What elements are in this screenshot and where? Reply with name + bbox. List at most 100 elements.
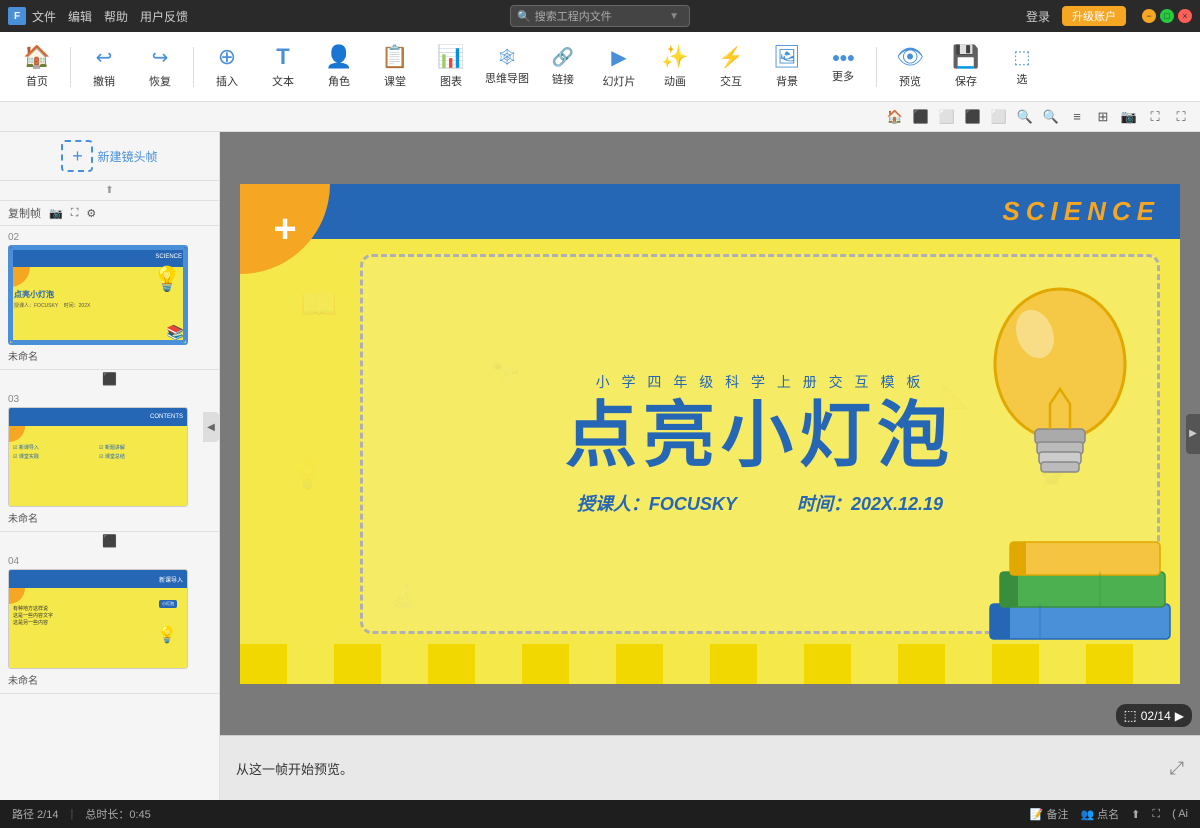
minimize-button[interactable]: − — [1142, 9, 1156, 23]
toolbar-undo[interactable]: ↩ 撤销 — [77, 37, 131, 97]
toolbar-link-label: 链接 — [552, 71, 574, 87]
login-button[interactable]: 登录 — [1026, 8, 1050, 25]
toolbar-sep-1 — [70, 47, 71, 87]
thumb-bulb-icon: 💡 — [152, 265, 182, 294]
link-icon: 🔗 — [552, 47, 574, 68]
toolbar-select-label: 选 — [1017, 71, 1028, 87]
menu-edit[interactable]: 编辑 — [68, 8, 92, 25]
subtool-paste-icon[interactable]: ⬜ — [936, 106, 958, 128]
subtool-home-icon[interactable]: 🏠 — [884, 106, 906, 128]
left-panel: + 新建镜头帧 ⬆ 复制帧 📷 ⛶ ⚙ 02 SCIENCE 点亮小灯泡 — [0, 132, 220, 800]
subtool-cut-icon[interactable]: ⬛ — [962, 106, 984, 128]
toolbar-role[interactable]: 👤 角色 — [312, 37, 366, 97]
toolbar-bg[interactable]: 🖼 背景 — [760, 37, 814, 97]
subtool-copy-icon[interactable]: ⬛ — [910, 106, 932, 128]
subtool-align-icon[interactable]: ≡ — [1066, 106, 1088, 128]
subtool-expand-icon[interactable]: ⛶ — [1144, 106, 1166, 128]
toolbar-animation[interactable]: ✨ 动画 — [648, 37, 702, 97]
toolbar-preview[interactable]: 👁 预览 — [883, 37, 937, 97]
fullscreen-icon: ⛶ — [1152, 808, 1160, 821]
settings-frame-button[interactable]: ⚙ — [86, 207, 96, 220]
close-button[interactable]: × — [1178, 9, 1192, 23]
menu-help[interactable]: 帮助 — [104, 8, 128, 25]
subtool-grid-icon[interactable]: ⊞ — [1092, 106, 1114, 128]
toolbar-more-label: 更多 — [832, 68, 854, 84]
toolbar-more[interactable]: ●●● 更多 — [816, 37, 870, 97]
new-frame-button[interactable]: + 新建镜头帧 — [0, 132, 219, 181]
toolbar-preview-label: 预览 — [899, 73, 921, 89]
page-indicator: ⬚ 02/14 ▶ — [1116, 704, 1193, 727]
copy-frame-button[interactable]: 复制帧 — [8, 205, 41, 221]
slide-time: 时间：202X.12.19 — [797, 490, 943, 516]
menu-file[interactable]: 文件 — [32, 8, 56, 25]
menu-feedback[interactable]: 用户反馈 — [140, 8, 188, 25]
toolbar-slide-label: 幻灯片 — [603, 73, 636, 89]
toolbar-animation-label: 动画 — [664, 73, 686, 89]
toolbar-mindmap-label: 思维导图 — [485, 70, 529, 86]
subtool-delete-icon[interactable]: ⬜ — [988, 106, 1010, 128]
toolbar: 🏠 首页 ↩ 撤销 ↪ 恢复 ⊕ 插入 T 文本 👤 角色 📋 课堂 📊 图表 … — [0, 32, 1200, 102]
toolbar-insert[interactable]: ⊕ 插入 — [200, 37, 254, 97]
frame-actions: 复制帧 📷 ⛶ ⚙ — [0, 201, 219, 226]
svg-text:💡: 💡 — [290, 458, 325, 491]
search-dropdown[interactable]: ▼ — [669, 11, 679, 22]
upgrade-button[interactable]: 升级账户 — [1062, 6, 1126, 26]
preview-bar: 从这一帧开始预览。 ⤢ — [220, 735, 1200, 800]
class-icon: 📋 — [381, 44, 408, 70]
toolbar-mindmap[interactable]: 🕸 思维导图 — [480, 37, 534, 97]
titlebar: F 文件 编辑 帮助 用户反馈 🔍 搜索工程内文件 ▼ 登录 升级账户 − □ … — [0, 0, 1200, 32]
interact-icon: ⚡ — [719, 45, 744, 70]
slide-item-4[interactable]: 04 新课导入 有种地方这样说 这是一些内容文字 这是另一些内容 小灯泡 💡 未… — [0, 550, 219, 694]
slide-item-3[interactable]: 03 CONTENTS ☑ 新课导入 ☑ 新题讲解 ☑ 课堂实践 ☑ 课堂总结 — [0, 388, 219, 532]
toolbar-sep-3 — [876, 47, 877, 87]
status-ai-button[interactable]: ( Ai — [1172, 808, 1188, 820]
expand-frame-button[interactable]: ⛶ — [71, 207, 79, 220]
status-rollcall-button[interactable]: 👥 点名 — [1080, 806, 1119, 822]
panel-expand-top: ⬆ — [0, 181, 219, 201]
menu-bar: 文件 编辑 帮助 用户反馈 — [32, 8, 188, 25]
status-note-button[interactable]: 📝 备注 — [1030, 806, 1069, 822]
toolbar-link[interactable]: 🔗 链接 — [536, 37, 590, 97]
maximize-button[interactable]: □ — [1160, 9, 1174, 23]
toolbar-select[interactable]: ⬚ 选 — [995, 37, 1049, 97]
subtool-zoomout-icon[interactable]: 🔍 — [1040, 106, 1062, 128]
ai-label: ( Ai — [1172, 808, 1188, 820]
panel-collapse-button[interactable]: ◀ — [203, 412, 219, 442]
slide-number-3: 03 — [8, 394, 211, 405]
subtool-fullscreen-icon[interactable]: ⛶ — [1170, 106, 1192, 128]
toolbar-slide[interactable]: ▶ 幻灯片 — [592, 37, 646, 97]
toolbar-redo[interactable]: ↪ 恢复 — [133, 37, 187, 97]
toolbar-interact-label: 交互 — [720, 73, 742, 89]
thumb-books-icon: 📚 — [167, 324, 184, 341]
toolbar-chart[interactable]: 📊 图表 — [424, 37, 478, 97]
toolbar-text[interactable]: T 文本 — [256, 37, 310, 97]
preview-expand-icon[interactable]: ⤢ — [1170, 758, 1184, 779]
slide-teacher: 授课人：FOCUSKY — [577, 490, 737, 516]
slide-subtitle: 小 学 四 年 级 科 学 上 册 交 互 模 板 — [596, 372, 925, 392]
toolbar-save[interactable]: 💾 保存 — [939, 37, 993, 97]
toolbar-class[interactable]: 📋 课堂 — [368, 37, 422, 97]
page-indicator-arrow[interactable]: ▶ — [1175, 709, 1184, 723]
canvas-expand-button[interactable]: ▶ — [1186, 414, 1200, 454]
status-sep-1: | — [70, 808, 73, 820]
toolbar-class-label: 课堂 — [384, 73, 406, 89]
canvas-wrapper[interactable]: SCIENCE + 📖 🔭 💡 📐 🔬 🎓 — [220, 132, 1200, 735]
insert-icon: ⊕ — [218, 44, 236, 70]
select-icon: ⬚ — [1013, 47, 1030, 68]
frame-expand-2[interactable]: ⬛ — [0, 370, 219, 388]
slide-main-title: 点亮小灯泡 — [565, 400, 955, 472]
slide-label-2: 未命名 — [8, 348, 211, 363]
toolbar-redo-label: 恢复 — [149, 73, 171, 89]
redo-icon: ↪ — [152, 45, 169, 70]
subtool-zoomin-icon[interactable]: 🔍 — [1014, 106, 1036, 128]
search-box[interactable]: 🔍 搜索工程内文件 ▼ — [510, 5, 690, 27]
camera-frame-button[interactable]: 📷 — [49, 207, 63, 220]
slide-item-2[interactable]: 02 SCIENCE 点亮小灯泡 授课人：FOCUSKY 时间：202X 💡 📚… — [0, 226, 219, 370]
toolbar-home[interactable]: 🏠 首页 — [10, 37, 64, 97]
status-share-button[interactable]: ⬆ — [1131, 808, 1140, 821]
subtool-camera-icon[interactable]: 📷 — [1118, 106, 1140, 128]
status-fullscreen-button[interactable]: ⛶ — [1152, 808, 1160, 821]
frame-expand-3[interactable]: ⬛ — [0, 532, 219, 550]
panel-up-arrow[interactable]: ⬆ — [105, 185, 113, 196]
toolbar-interact[interactable]: ⚡ 交互 — [704, 37, 758, 97]
